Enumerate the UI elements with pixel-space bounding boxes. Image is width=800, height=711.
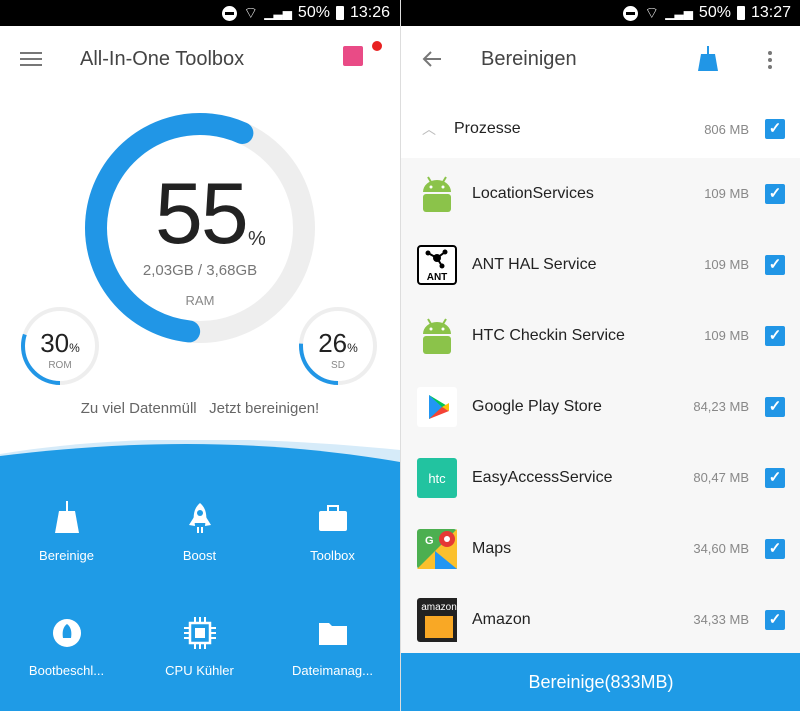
rom-label: ROM [48,360,72,371]
rom-value: 30 [40,328,70,358]
dnd-icon [623,5,639,21]
tool-cpu-kuehler[interactable]: CPU Kühler [133,615,266,678]
tool-toolbox[interactable]: Toolbox [266,500,399,563]
maps-icon: G [417,528,457,569]
tools-grid: Bereinige Boost Toolbox Bootbeschl... CP… [0,500,400,678]
rocket-icon [188,503,211,533]
process-row[interactable]: G Maps 34,60 MB ✓ [401,513,800,584]
process-row[interactable]: Google Play Store 84,23 MB ✓ [401,371,800,442]
app-size: 109 MB [704,257,749,272]
group-size: 806 MB [704,121,749,137]
broom-icon[interactable] [697,46,719,72]
process-row[interactable]: LocationServices 109 MB ✓ [401,158,800,229]
wifi-icon: ⌔ [644,5,660,22]
more-options-icon[interactable] [767,50,773,70]
svg-text:G: G [425,535,434,547]
tool-dateimanager[interactable]: Dateimanag... [266,615,399,678]
amazon-icon: amazon [417,597,457,642]
app-size: 34,33 MB [693,612,749,627]
junk-message[interactable]: Zu viel Datenmüll Jetzt bereinigen! [0,400,400,417]
ram-percent-sign: % [248,228,266,250]
clock: 13:27 [750,4,791,21]
sd-label: SD [331,360,345,371]
cleanup-button[interactable]: Bereinige(833MB) [401,653,800,711]
app-name: Maps [472,539,512,557]
app-checkbox[interactable]: ✓ [765,254,785,275]
battery-level: 50% [698,4,731,21]
app-name: Amazon [472,610,531,628]
tool-label: Boost [182,548,217,563]
tool-label: CPU Kühler [165,663,234,678]
app-checkbox[interactable]: ✓ [765,467,785,488]
app-name: ANT HAL Service [472,255,597,273]
tool-label: Bootbeschl... [28,663,105,678]
app-checkbox[interactable]: ✓ [765,538,785,559]
app-checkbox[interactable]: ✓ [765,609,785,630]
page-title: Bereinigen [481,48,577,70]
ant-icon: ANT [417,244,457,285]
sd-value: 26 [318,328,348,358]
process-list: LocationServices 109 MB ✓ ANT ANT HAL Ser… [401,158,800,653]
battery-icon [736,6,745,20]
group-checkbox[interactable]: ✓ [765,119,785,139]
group-prozesse[interactable]: ︿ Prozesse 806 MB ✓ [401,100,800,158]
tool-bootbeschleuniger[interactable]: Bootbeschl... [0,615,133,678]
group-label: Prozesse [454,120,521,137]
process-row[interactable]: htc EasyAccessService 80,47 MB ✓ [401,442,800,513]
tool-boost[interactable]: Boost [133,500,266,563]
app-name: HTC Checkin Service [472,326,625,344]
process-row[interactable]: amazon Amazon 34,33 MB ✓ [401,584,800,655]
ram-percent: 55 [155,166,249,262]
app-checkbox[interactable]: ✓ [765,396,785,417]
main-screen: ⌔ ▁▃▅ 50% 13:26 All-In-One Toolbox 55 % … [0,0,400,711]
signal-icon: ▁▃▅ [665,6,693,20]
cpu-icon [183,617,216,649]
back-arrow-icon[interactable] [421,50,443,68]
app-checkbox[interactable]: ✓ [765,183,785,204]
app-name: LocationServices [472,184,594,202]
app-size: 34,60 MB [693,541,749,556]
rom-sign: % [69,341,80,355]
cleanup-header: Bereinigen [401,26,800,92]
chevron-up-icon[interactable]: ︿ [422,119,436,139]
svg-text:htc: htc [428,471,446,486]
tool-label: Dateimanag... [292,663,373,678]
sd-sign: % [347,341,358,355]
rom-gauge[interactable]: 30% ROM [20,306,100,386]
app-checkbox[interactable]: ✓ [765,325,785,346]
tool-bereinige[interactable]: Bereinige [0,500,133,563]
htc-icon: htc [417,457,457,498]
play-store-icon [417,386,457,427]
app-name: Google Play Store [472,397,602,415]
process-row[interactable]: HTC Checkin Service 109 MB ✓ [401,300,800,371]
app-size: 109 MB [704,328,749,343]
svg-text:amazon: amazon [421,602,457,613]
process-row[interactable]: ANT ANT HAL Service 109 MB ✓ [401,229,800,300]
tool-label: Toolbox [310,548,355,563]
tool-label: Bereinige [39,548,94,563]
broom-icon [54,501,79,533]
status-bar: ⌔ ▁▃▅ 50% 13:27 [401,0,800,26]
folder-icon [318,623,347,645]
svg-text:ANT: ANT [427,272,448,283]
ram-usage: 2,03GB / 3,68GB [142,262,258,279]
app-size: 84,23 MB [693,399,749,414]
app-size: 109 MB [704,186,749,201]
briefcase-icon [318,505,347,531]
sd-gauge[interactable]: 26% SD [298,306,378,386]
cleanup-screen: ⌔ ▁▃▅ 50% 13:27 Bereinigen ︿ Prozesse 80… [400,0,800,711]
android-icon [417,316,457,356]
boot-icon [52,619,81,647]
android-icon [417,174,457,214]
app-size: 80,47 MB [693,470,749,485]
app-name: EasyAccessService [472,468,613,486]
